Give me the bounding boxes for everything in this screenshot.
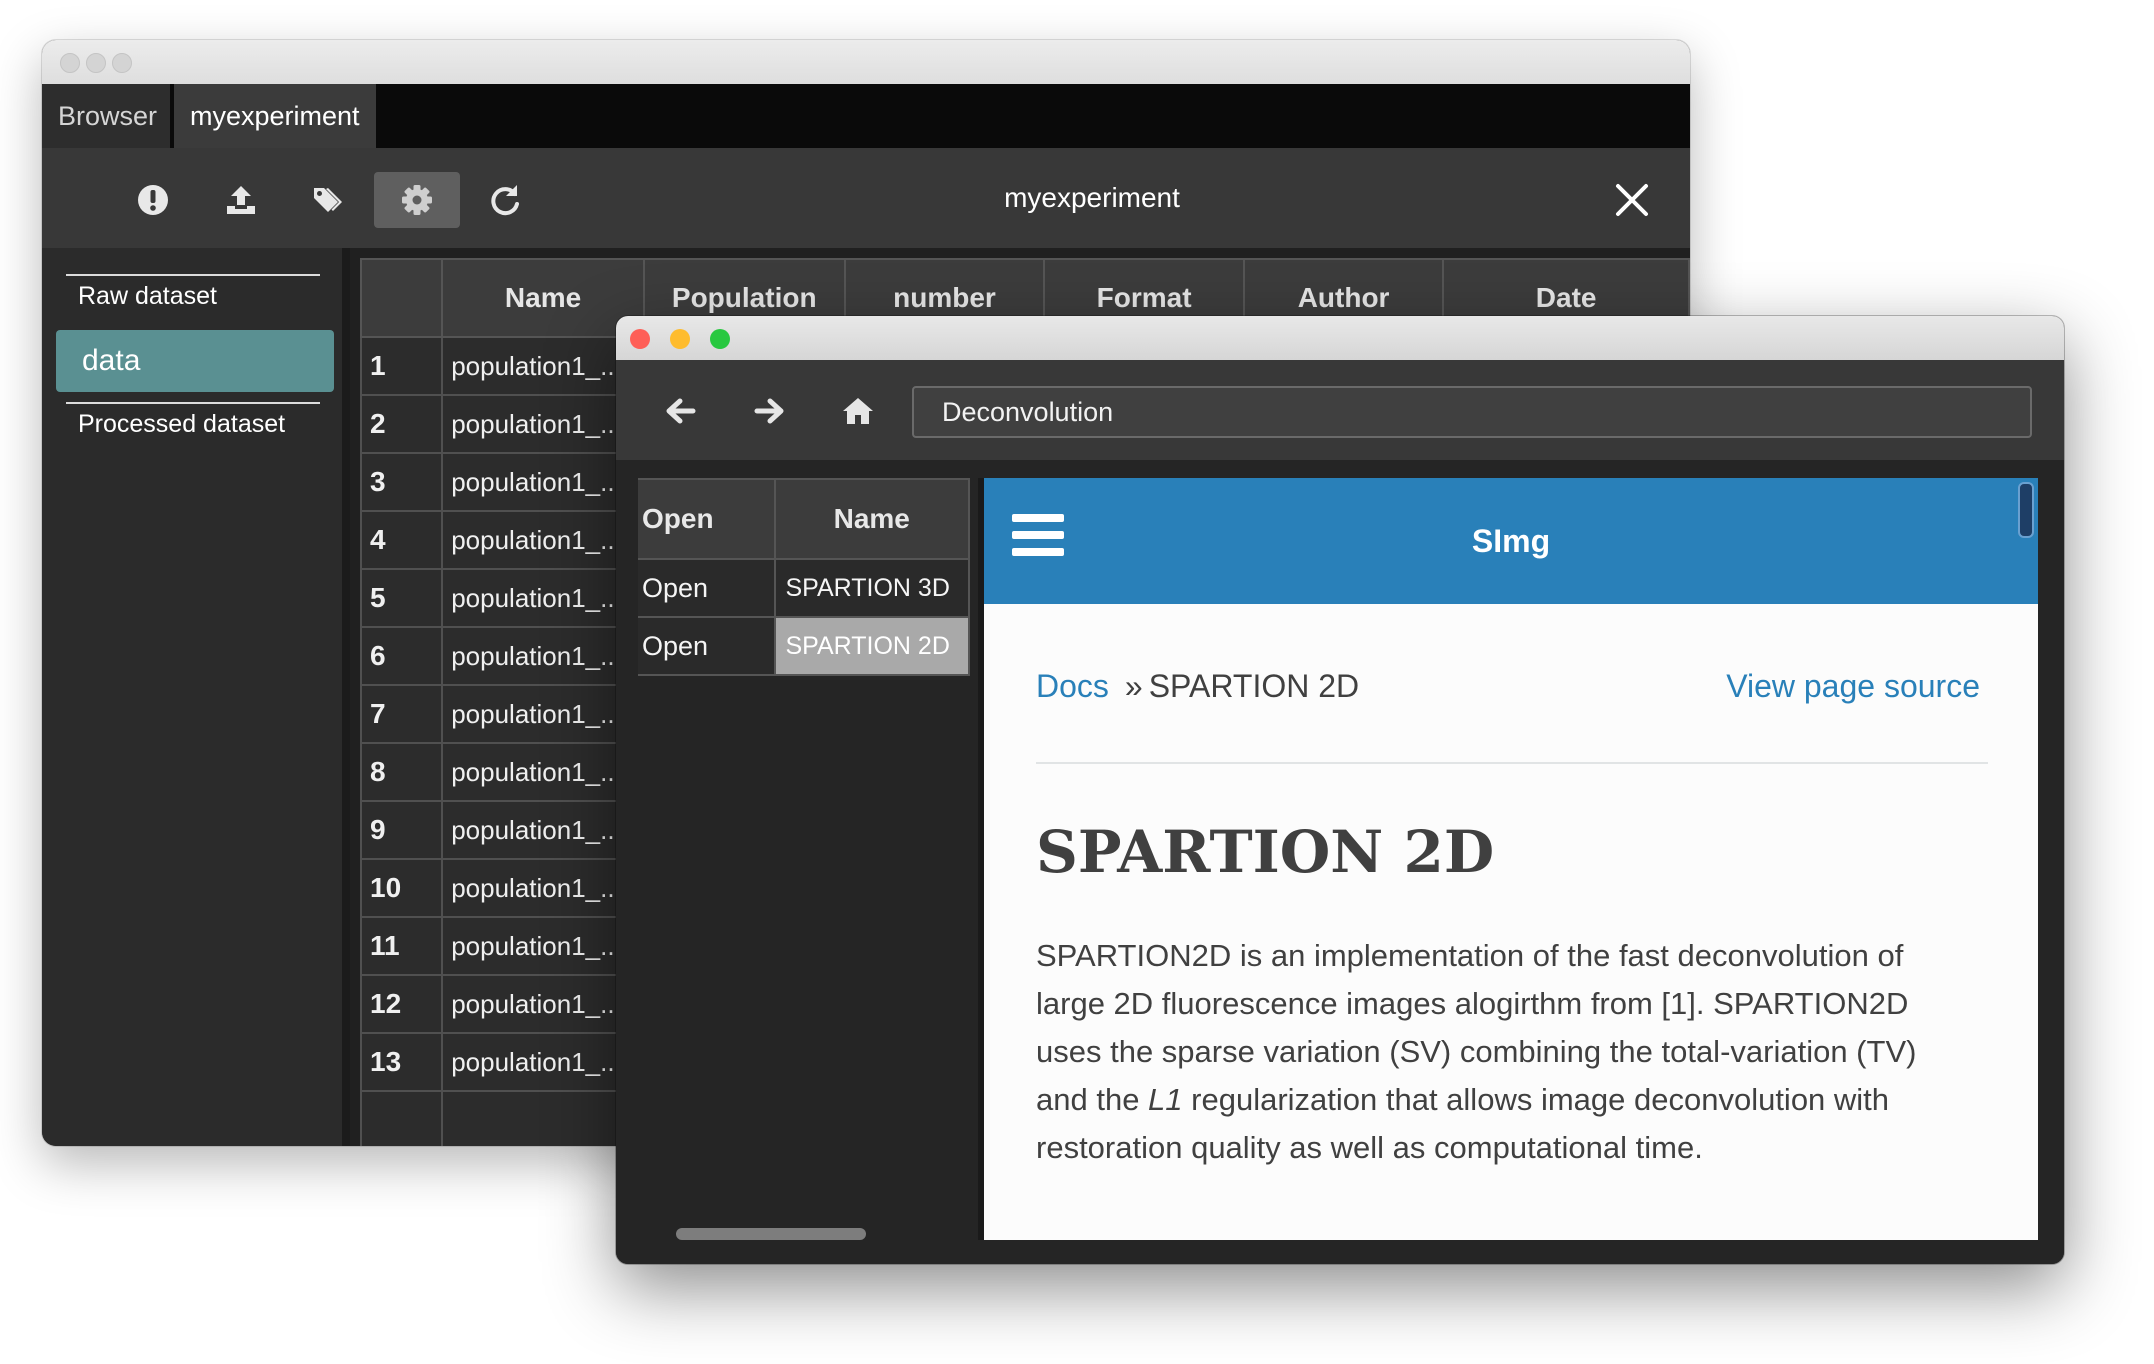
row-index: 10 <box>359 858 444 918</box>
close-button[interactable] <box>1612 180 1652 220</box>
doc-site-title[interactable]: SImg <box>984 478 2038 604</box>
forward-button[interactable] <box>742 388 798 434</box>
open-button[interactable]: Open <box>638 616 776 676</box>
row-name[interactable]: population1_... <box>441 452 645 512</box>
tab-bar: Browser myexperiment <box>42 84 1690 148</box>
row-index: 7 <box>359 684 444 744</box>
tools-pane: Open Name Open SPARTION 3D Open SPARTION… <box>638 478 978 1264</box>
row-name[interactable]: population1_... <box>441 916 645 976</box>
row-index: 1 <box>359 336 444 396</box>
minimize-window-light[interactable] <box>670 329 690 349</box>
tags-button[interactable] <box>286 172 372 228</box>
row-name[interactable]: population1_... <box>441 626 645 686</box>
menu-icon[interactable] <box>1012 514 1064 560</box>
info-button[interactable] <box>110 172 196 228</box>
view-page-source-link[interactable]: View page source <box>1726 668 1980 705</box>
breadcrumb-current: SPARTION 2D <box>1148 668 1360 704</box>
documentation-view: SImg Docs» SPARTION 2D View page source S… <box>978 478 2038 1240</box>
splitter[interactable] <box>342 248 350 1146</box>
browser-body: Open Name Open SPARTION 3D Open SPARTION… <box>616 460 2064 1264</box>
refresh-button[interactable] <box>462 172 548 228</box>
row-name[interactable]: population1_... <box>441 394 645 454</box>
navigation-bar: Deconvolution <box>616 360 2064 460</box>
row-index: 5 <box>359 568 444 628</box>
close-icon <box>1616 184 1648 216</box>
row-index: 8 <box>359 742 444 802</box>
divider <box>1036 762 1988 764</box>
toolbar-title: myexperiment <box>1004 182 1180 213</box>
tags-icon <box>314 188 342 212</box>
breadcrumb: Docs » SPARTION 2D <box>1036 668 1359 705</box>
zoom-window-light[interactable] <box>112 53 132 73</box>
close-window-light[interactable] <box>630 329 650 349</box>
upload-button[interactable] <box>198 172 284 228</box>
tab-myexperiment[interactable]: myexperiment <box>174 84 376 148</box>
table-row[interactable]: Open SPARTION 3D <box>638 558 970 618</box>
column-header-name[interactable]: Name <box>773 478 970 560</box>
row-index: 13 <box>359 1032 444 1092</box>
refresh-icon <box>491 185 519 216</box>
sidebar-item-data[interactable]: data <box>56 330 334 392</box>
row-index: 9 <box>359 800 444 860</box>
column-header-name[interactable]: Name <box>441 258 645 338</box>
gear-icon <box>402 185 432 215</box>
row-name[interactable]: population1_... <box>441 858 645 918</box>
row-name[interactable]: population1_... <box>441 800 645 860</box>
back-arrow-icon <box>666 398 696 424</box>
address-input[interactable]: Deconvolution <box>912 386 2032 438</box>
upload-icon <box>227 186 255 214</box>
row-name[interactable]: population1_... <box>441 684 645 744</box>
toolbar: myexperiment <box>42 148 1690 248</box>
title-bar[interactable] <box>616 316 2064 361</box>
tools-table: Open Name Open SPARTION 3D Open SPARTION… <box>638 478 970 676</box>
description-paragraph: SPARTION2D is an implementation of the f… <box>1036 938 1917 1165</box>
row-index: 11 <box>359 916 444 976</box>
tab-browser[interactable]: Browser <box>42 84 170 148</box>
horizontal-scrollbar[interactable] <box>676 1228 866 1240</box>
row-index: 3 <box>359 452 444 512</box>
home-icon <box>843 398 873 424</box>
sidebar-section-processed-dataset[interactable]: Processed dataset <box>66 402 320 444</box>
row-name[interactable]: population1_... <box>441 568 645 628</box>
row-name[interactable]: population1_... <box>441 510 645 570</box>
open-button[interactable]: Open <box>638 558 776 618</box>
home-button[interactable] <box>830 388 886 434</box>
row-index: 4 <box>359 510 444 570</box>
row-name[interactable]: population1_... <box>441 1032 645 1092</box>
tool-name[interactable]: SPARTION 3D <box>773 558 970 618</box>
breadcrumb-docs-link[interactable]: Docs <box>1036 668 1109 704</box>
page-title: SPARTION 2D <box>1036 818 1495 886</box>
settings-button[interactable] <box>374 172 460 228</box>
vertical-scrollbar[interactable] <box>2018 482 2034 538</box>
minimize-window-light[interactable] <box>86 53 106 73</box>
doc-header: SImg <box>984 478 2038 604</box>
info-icon <box>138 185 168 215</box>
row-name[interactable]: population1_... <box>441 974 645 1034</box>
column-header-open[interactable]: Open <box>638 478 776 560</box>
forward-arrow-icon <box>754 398 784 424</box>
zoom-window-light[interactable] <box>710 329 730 349</box>
row-index: 2 <box>359 394 444 454</box>
sidebar: Raw dataset data Processed dataset <box>42 248 342 1146</box>
close-window-light[interactable] <box>60 53 80 73</box>
back-button[interactable] <box>652 388 708 434</box>
breadcrumb-separator: » <box>1124 668 1143 704</box>
deconvolution-window: Deconvolution Open Name Open SPARTION 3D <box>616 316 2064 1264</box>
row-index: 12 <box>359 974 444 1034</box>
tool-name[interactable]: SPARTION 2D <box>773 616 970 676</box>
row-name[interactable]: population1_... <box>441 336 645 396</box>
row-index: 6 <box>359 626 444 686</box>
table-row-selected[interactable]: Open SPARTION 2D <box>638 616 970 676</box>
row-name[interactable]: population1_... <box>441 742 645 802</box>
title-bar[interactable] <box>42 40 1690 85</box>
column-header-index[interactable] <box>359 258 444 338</box>
sidebar-section-raw-dataset[interactable]: Raw dataset <box>66 274 320 316</box>
